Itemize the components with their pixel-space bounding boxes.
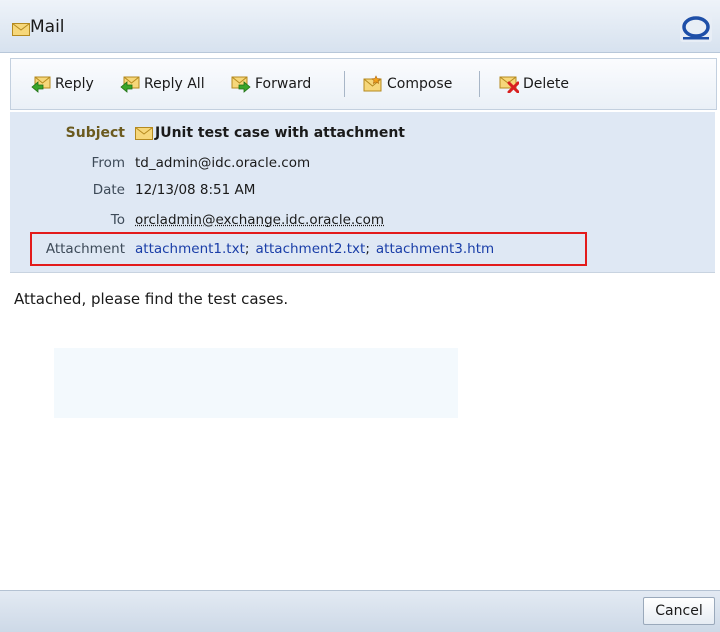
reply-label: Reply (55, 76, 94, 92)
date-label: Date (10, 182, 135, 198)
date-value: 12/13/08 8:51 AM (135, 182, 255, 198)
compose-icon (363, 75, 383, 93)
message-body: Attached, please find the test cases. (14, 290, 288, 308)
subject-text: JUnit test case with attachment (155, 125, 405, 141)
reply-all-button[interactable]: Reply All (120, 73, 205, 95)
attachment-highlight-frame (30, 232, 587, 266)
forward-label: Forward (255, 76, 311, 92)
window-titlebar: Mail (0, 0, 720, 53)
oracle-o-icon (680, 14, 712, 42)
cancel-button[interactable]: Cancel (643, 597, 715, 625)
delete-button[interactable]: Delete (499, 73, 569, 95)
envelope-icon (12, 23, 30, 36)
reply-button[interactable]: Reply (31, 73, 94, 95)
subject-label: Subject (10, 125, 135, 141)
forward-icon (231, 75, 251, 93)
to-row: To orcladmin@exchange.idc.oracle.com (10, 208, 715, 232)
from-value: td_admin@idc.oracle.com (135, 155, 310, 171)
window-title: Mail (30, 17, 65, 37)
from-row: From td_admin@idc.oracle.com (10, 151, 715, 175)
toolbar-separator (344, 71, 345, 97)
forward-button[interactable]: Forward (231, 73, 311, 95)
compose-button[interactable]: Compose (363, 73, 452, 95)
compose-label: Compose (387, 76, 452, 92)
body-placeholder-area (54, 348, 458, 418)
toolbar-separator (479, 71, 480, 97)
dialog-footer: Cancel (0, 590, 720, 632)
to-value: orcladmin@exchange.idc.oracle.com (135, 212, 384, 228)
date-row: Date 12/13/08 8:51 AM (10, 178, 715, 202)
delete-icon (499, 75, 519, 93)
mail-toolbar: Reply Reply All Forward Compose Delete (10, 58, 717, 110)
delete-label: Delete (523, 76, 569, 92)
envelope-icon (135, 127, 153, 140)
reply-all-icon (120, 75, 140, 93)
from-label: From (10, 155, 135, 171)
to-label: To (10, 212, 135, 228)
subject-row: Subject JUnit test case with attachment (10, 121, 715, 145)
header-divider (10, 272, 715, 273)
reply-all-label: Reply All (144, 76, 205, 92)
subject-value: JUnit test case with attachment (135, 125, 405, 141)
reply-icon (31, 75, 51, 93)
